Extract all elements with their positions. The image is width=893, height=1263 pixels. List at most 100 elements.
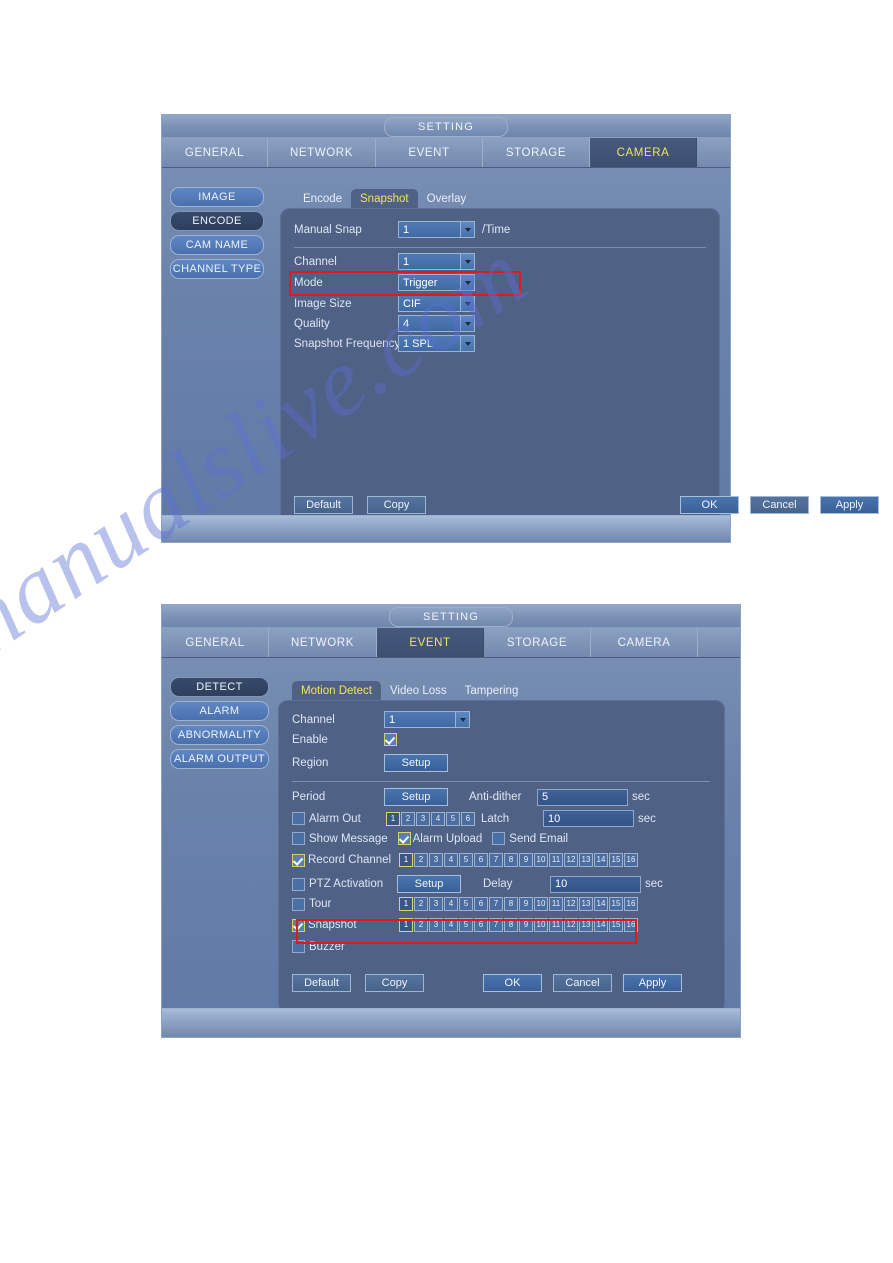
- manual-snap-select[interactable]: 1: [398, 221, 475, 238]
- alarm-out-chip[interactable]: 6: [461, 811, 475, 826]
- snapshot-chip[interactable]: 12: [564, 918, 578, 932]
- record-channel-chip[interactable]: 14: [594, 853, 608, 867]
- subtab-video-loss[interactable]: Video Loss: [381, 681, 456, 700]
- record-channel-chip[interactable]: 5: [459, 853, 473, 867]
- tour-chip[interactable]: 3: [429, 897, 443, 911]
- snapshot-chip[interactable]: 4: [444, 918, 458, 932]
- alarm-out-checkbox[interactable]: [292, 812, 305, 825]
- record-channel-chip[interactable]: 2: [414, 853, 428, 867]
- snapshot-chip[interactable]: 9: [519, 918, 533, 932]
- apply-button[interactable]: Apply: [623, 974, 682, 992]
- sidebar-item-alarm[interactable]: ALARM: [170, 701, 269, 721]
- tab-general[interactable]: GENERAL: [162, 628, 269, 657]
- alarm-out-chip[interactable]: 5: [446, 811, 460, 826]
- apply-button[interactable]: Apply: [820, 496, 879, 514]
- tour-chip[interactable]: 12: [564, 897, 578, 911]
- tour-checkbox[interactable]: [292, 897, 305, 911]
- alarm-out-chip[interactable]: 1: [386, 811, 400, 826]
- tab-network[interactable]: NETWORK: [268, 138, 376, 167]
- record-channel-chip[interactable]: 1: [399, 853, 413, 867]
- subtab-overlay[interactable]: Overlay: [418, 189, 476, 208]
- snapshot-chip[interactable]: 1: [399, 918, 413, 932]
- chevron-down-icon[interactable]: [460, 222, 474, 237]
- sidebar-item-abnormality[interactable]: ABNORMALITY: [170, 725, 269, 745]
- sidebar-item-detect[interactable]: DETECT: [170, 677, 269, 697]
- record-channel-checkbox[interactable]: [292, 853, 305, 867]
- snapshot-chip[interactable]: 3: [429, 918, 443, 932]
- tab-storage[interactable]: STORAGE: [483, 138, 590, 167]
- tab-event[interactable]: EVENT: [376, 138, 483, 167]
- cancel-button[interactable]: Cancel: [553, 974, 612, 992]
- alarm-out-chip[interactable]: 2: [401, 811, 415, 826]
- chevron-down-icon[interactable]: [460, 275, 474, 290]
- tour-chip[interactable]: 14: [594, 897, 608, 911]
- anti-dither-input[interactable]: 5: [537, 788, 628, 806]
- snapshot-chip[interactable]: 5: [459, 918, 473, 932]
- record-channel-chip[interactable]: 3: [429, 853, 443, 867]
- snapshot-chip[interactable]: 6: [474, 918, 488, 932]
- tab-camera[interactable]: CAMERA: [591, 628, 698, 657]
- subtab-snapshot[interactable]: Snapshot: [351, 189, 418, 208]
- show-message-checkbox[interactable]: [292, 832, 305, 845]
- subtab-encode[interactable]: Encode: [294, 189, 351, 208]
- image-size-select[interactable]: CIF: [398, 295, 475, 312]
- default-button[interactable]: Default: [292, 974, 351, 992]
- alarm-out-chip[interactable]: 3: [416, 811, 430, 826]
- tour-chip[interactable]: 8: [504, 897, 518, 911]
- main-tab-bar[interactable]: GENERAL NETWORK EVENT STORAGE CAMERA: [162, 138, 730, 168]
- tab-camera[interactable]: CAMERA: [590, 138, 697, 167]
- cancel-button[interactable]: Cancel: [750, 496, 809, 514]
- snapshot-chip[interactable]: 8: [504, 918, 518, 932]
- tour-chip[interactable]: 15: [609, 897, 623, 911]
- alarm-out-chip[interactable]: 4: [431, 811, 445, 826]
- ptz-setup-button[interactable]: Setup: [397, 875, 461, 893]
- snapshot-checkbox[interactable]: [292, 918, 305, 932]
- tour-chip[interactable]: 6: [474, 897, 488, 911]
- buzzer-checkbox[interactable]: [292, 940, 305, 953]
- tour-chip[interactable]: 13: [579, 897, 593, 911]
- snapshot-chip[interactable]: 16: [624, 918, 638, 932]
- record-channel-chip[interactable]: 16: [624, 853, 638, 867]
- record-channel-chip[interactable]: 9: [519, 853, 533, 867]
- tour-chip[interactable]: 10: [534, 897, 548, 911]
- tour-chip[interactable]: 2: [414, 897, 428, 911]
- mode-select[interactable]: Trigger: [398, 274, 475, 291]
- sidebar-item-channel-type[interactable]: CHANNEL TYPE: [170, 259, 264, 279]
- snapshot-chip[interactable]: 2: [414, 918, 428, 932]
- sidebar-item-cam-name[interactable]: CAM NAME: [170, 235, 264, 255]
- record-channel-chip[interactable]: 8: [504, 853, 518, 867]
- sub-tab-bar[interactable]: Motion Detect Video Loss Tampering: [292, 681, 527, 700]
- alarm-upload-checkbox[interactable]: [397, 832, 411, 845]
- sidebar-nav[interactable]: IMAGE ENCODE CAM NAME CHANNEL TYPE: [170, 187, 264, 279]
- record-channel-chip[interactable]: 10: [534, 853, 548, 867]
- chevron-down-icon[interactable]: [460, 296, 474, 311]
- snapshot-chip[interactable]: 7: [489, 918, 503, 932]
- snapshot-chip[interactable]: 13: [579, 918, 593, 932]
- tour-chip[interactable]: 16: [624, 897, 638, 911]
- tab-general[interactable]: GENERAL: [162, 138, 268, 167]
- alarm-out-channel-chips[interactable]: 1 2 3 4 5 6: [386, 811, 475, 826]
- tour-chip[interactable]: 4: [444, 897, 458, 911]
- tour-channel-chips[interactable]: 1 2 3 4 5 6 7 8 9 10 11 12 13 14 15 16: [399, 897, 638, 911]
- sidebar-item-image[interactable]: IMAGE: [170, 187, 264, 207]
- tour-chip[interactable]: 11: [549, 897, 563, 911]
- tab-event[interactable]: EVENT: [377, 628, 484, 657]
- copy-button[interactable]: Copy: [365, 974, 424, 992]
- tab-storage[interactable]: STORAGE: [484, 628, 591, 657]
- latch-input[interactable]: 10: [543, 810, 634, 827]
- record-channel-chip[interactable]: 15: [609, 853, 623, 867]
- send-email-checkbox[interactable]: [492, 832, 506, 845]
- record-channel-chip[interactable]: 13: [579, 853, 593, 867]
- snapshot-frequency-select[interactable]: 1 SPL: [398, 335, 475, 352]
- sidebar-nav[interactable]: DETECT ALARM ABNORMALITY ALARM OUTPUT: [170, 677, 269, 769]
- snapshot-chip[interactable]: 10: [534, 918, 548, 932]
- tour-chip[interactable]: 5: [459, 897, 473, 911]
- quality-select[interactable]: 4: [398, 315, 475, 332]
- record-channel-chips[interactable]: 1 2 3 4 5 6 7 8 9 10 11 12 13 14 15 16: [399, 853, 638, 867]
- snapshot-chip[interactable]: 11: [549, 918, 563, 932]
- ok-button[interactable]: OK: [680, 496, 739, 514]
- tour-chip[interactable]: 9: [519, 897, 533, 911]
- record-channel-chip[interactable]: 7: [489, 853, 503, 867]
- sidebar-item-alarm-output[interactable]: ALARM OUTPUT: [170, 749, 269, 769]
- period-setup-button[interactable]: Setup: [384, 788, 448, 806]
